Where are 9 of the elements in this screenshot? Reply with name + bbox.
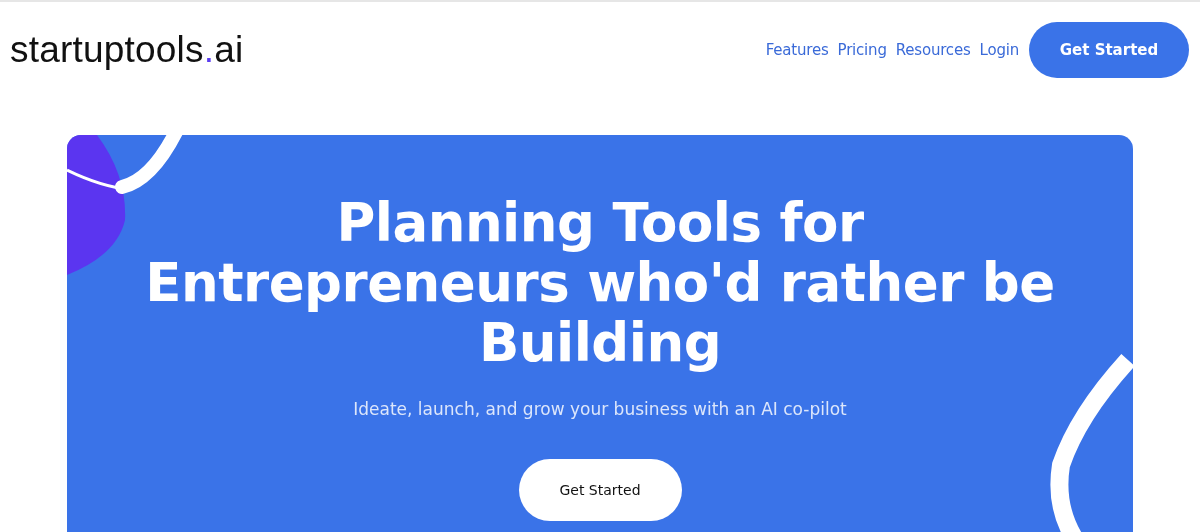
nav-link[interactable]: Features [765,41,829,59]
nav-link[interactable]: Login [979,41,1019,59]
nav-link[interactable]: Pricing [837,41,887,59]
hero-headline: Planning Tools for Entrepreneurs who'd rather be Building [144,193,1056,373]
get-started-button[interactable]: Get Started [1029,22,1189,78]
logo[interactable]: startuptools.ai [10,29,244,71]
get-started-button[interactable]: Get Started [518,459,682,521]
hero-subtitle: Ideate, launch, and grow your business with an AI co-pilot [353,399,847,419]
nav-link[interactable]: Resources [895,41,971,59]
